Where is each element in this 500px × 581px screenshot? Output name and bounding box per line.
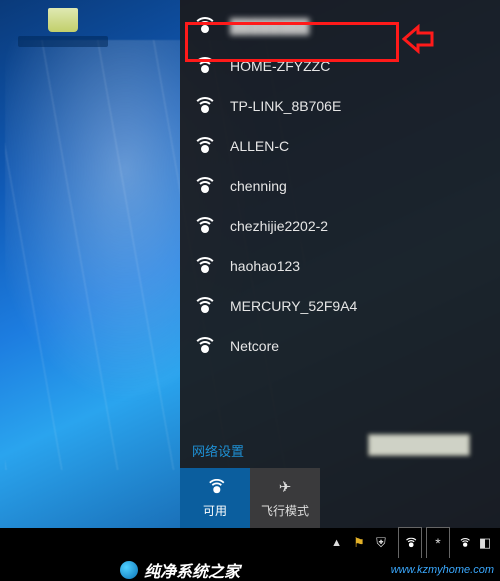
airplane-icon: ✈ (279, 478, 292, 498)
airplane-tile-label: 飞行模式 (261, 502, 309, 519)
wifi-network-item[interactable]: chezhijie2202-2 (180, 206, 500, 246)
wlan-tile-label: 可用 (203, 502, 227, 519)
tooltip-blurred (368, 434, 470, 456)
action-center-flag-icon[interactable]: ⚑ (350, 534, 368, 552)
tray-expand-icon[interactable]: ▲ (327, 537, 346, 549)
wifi-signal-icon (192, 257, 214, 275)
recycle-bin-label (18, 36, 108, 47)
watermark-logo-icon (120, 561, 138, 579)
wifi-signal-icon (192, 337, 214, 355)
wifi-ssid-label: Netcore (230, 338, 279, 354)
wifi-network-item[interactable]: MERCURY_52F9A4 (180, 286, 500, 326)
watermark-url: www.kzmyhome.com (391, 564, 494, 576)
taskbar: ▲ ⚑ ⛨ * ◧ (0, 528, 500, 558)
wifi-network-item[interactable]: TP-LINK_8B706E (180, 86, 500, 126)
annotation-arrow-icon (402, 24, 436, 54)
security-shield-icon[interactable]: ⛨ (372, 534, 390, 552)
wifi-ssid-label: chezhijie2202-2 (230, 218, 328, 234)
tray-notification-icon[interactable]: ◧ (476, 534, 494, 552)
wifi-signal-icon (192, 177, 214, 195)
system-tray: ▲ ⚑ ⛨ * ◧ (327, 528, 500, 558)
wifi-signal-icon (192, 297, 214, 315)
wifi-ssid-label: haohao123 (230, 258, 300, 274)
wifi-network-item[interactable]: Netcore (180, 326, 500, 366)
tray-asterisk-icon[interactable]: * (426, 527, 450, 559)
wifi-icon (204, 478, 226, 498)
watermark-band: 纯净系统之家 www.kzmyhome.com (0, 558, 500, 581)
network-flyout-panel: ████████ HOME-ZFYZZC TP-LINK_8B706E ALLE… (180, 0, 500, 528)
wifi-ssid-label: ALLEN-C (230, 138, 289, 154)
network-settings-link[interactable]: 网络设置 (192, 441, 244, 460)
tray-network-icon[interactable] (398, 527, 422, 559)
recycle-bin-icon (48, 8, 78, 32)
watermark-brand-text: 纯净系统之家 (144, 558, 240, 581)
wifi-signal-icon (192, 137, 214, 155)
annotation-highlight-box (185, 22, 399, 62)
airplane-mode-tile[interactable]: ✈ 飞行模式 (250, 468, 320, 528)
watermark-brand: 纯净系统之家 (120, 558, 240, 581)
wifi-signal-icon (192, 217, 214, 235)
tray-wifi-icon[interactable] (454, 534, 472, 552)
wifi-ssid-label: chenning (230, 178, 287, 194)
wifi-network-item[interactable]: ALLEN-C (180, 126, 500, 166)
wlan-tile[interactable]: 可用 (180, 468, 250, 528)
wifi-ssid-label: MERCURY_52F9A4 (230, 298, 357, 314)
wifi-ssid-label: TP-LINK_8B706E (230, 98, 341, 114)
recycle-bin-desktop-icon[interactable] (18, 8, 108, 47)
quick-action-tiles: 可用 ✈ 飞行模式 (180, 468, 320, 528)
wifi-network-item[interactable]: haohao123 (180, 246, 500, 286)
wifi-network-item[interactable]: chenning (180, 166, 500, 206)
wifi-signal-icon (192, 97, 214, 115)
